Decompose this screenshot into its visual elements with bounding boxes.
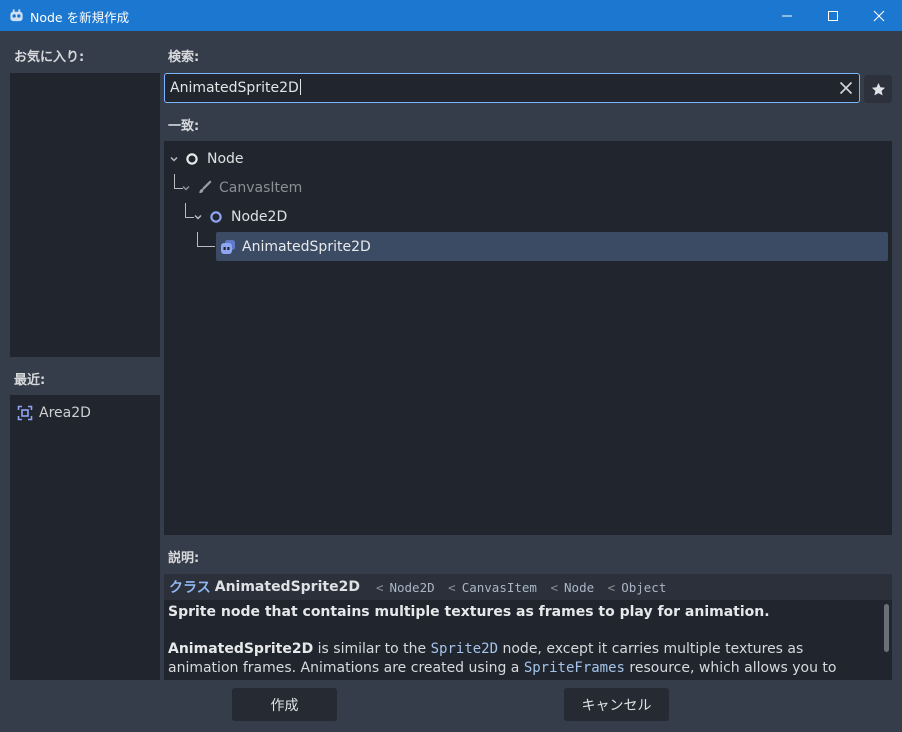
class-keyword: クラス (169, 580, 211, 596)
class-name[interactable]: AnimatedSprite2D (215, 579, 360, 595)
minimize-icon (782, 15, 792, 16)
close-window-button[interactable] (856, 0, 902, 31)
favorite-toggle-button[interactable] (864, 75, 892, 103)
maximize-icon (828, 10, 838, 21)
godot-logo-icon (10, 9, 23, 22)
tree-item-animatedsprite2d[interactable]: AnimatedSprite2D (216, 232, 888, 261)
inherit-link-canvasitem[interactable]: CanvasItem (462, 580, 537, 595)
tree-item-node2d[interactable]: Node2D (192, 202, 287, 231)
recent-item-label: Area2D (39, 405, 91, 421)
chevron-down-icon[interactable] (168, 153, 180, 165)
brush-icon (199, 180, 212, 194)
search-input[interactable]: AnimatedSprite2D (164, 73, 860, 103)
matches-label: 一致: (168, 119, 200, 134)
link-spriteframes[interactable]: SpriteFrames (524, 660, 625, 676)
favorites-label: お気に入り: (14, 50, 85, 65)
tree-item-label: CanvasItem (219, 179, 303, 196)
link-sprite2d[interactable]: Sprite2D (431, 641, 498, 657)
inheritance-chain: < Node2D < CanvasItem < Node < Object (375, 579, 667, 595)
inherit-link-node2d[interactable]: Node2D (389, 580, 434, 595)
node-icon (186, 152, 198, 165)
recent-item-area2d[interactable]: Area2D (17, 400, 91, 426)
description-text: Sprite node that contains multiple textu… (164, 600, 892, 680)
animatedsprite2d-icon (221, 239, 235, 254)
tree-item-label: Node (207, 150, 244, 167)
class-header: クラス AnimatedSprite2D < Node2D < CanvasItem… (164, 574, 892, 600)
close-icon[interactable] (838, 80, 854, 96)
tree-connector (197, 232, 215, 247)
description-body: AnimatedSprite2D is similar to the Sprit… (168, 641, 837, 680)
search-label: 検索: (168, 50, 200, 65)
description-summary: Sprite node that contains multiple textu… (168, 604, 770, 620)
tree-item-node[interactable]: Node (168, 144, 244, 173)
recent-list[interactable] (10, 395, 160, 680)
favorites-list[interactable] (10, 73, 160, 357)
chevron-down-icon[interactable] (180, 182, 192, 194)
inherit-link-node[interactable]: Node (564, 580, 594, 595)
area2d-icon (17, 405, 33, 421)
tree-item-label: Node2D (231, 208, 288, 225)
minimize-button[interactable] (764, 0, 810, 31)
description-scrollbar[interactable] (884, 604, 889, 652)
description-label: 説明: (168, 551, 200, 566)
star-icon (871, 82, 885, 95)
node2d-icon (210, 210, 222, 223)
title-bar: Node を新規作成 (0, 0, 902, 31)
cancel-button[interactable]: キャンセル (564, 688, 669, 721)
window-title: Node を新規作成 (30, 10, 130, 25)
search-input-value: AnimatedSprite2D (170, 79, 301, 96)
create-button[interactable]: 作成 (232, 688, 337, 721)
tree-item-canvasitem[interactable]: CanvasItem (180, 173, 302, 202)
inherit-link-object[interactable]: Object (621, 580, 666, 595)
close-icon (873, 10, 885, 21)
maximize-button[interactable] (810, 0, 856, 31)
chevron-down-icon[interactable] (192, 211, 204, 223)
text-caret (299, 79, 301, 95)
description-panel[interactable]: クラス AnimatedSprite2D < Node2D < CanvasItem… (164, 574, 892, 680)
recent-label: 最近: (14, 373, 46, 388)
tree-item-label: AnimatedSprite2D (242, 238, 371, 255)
